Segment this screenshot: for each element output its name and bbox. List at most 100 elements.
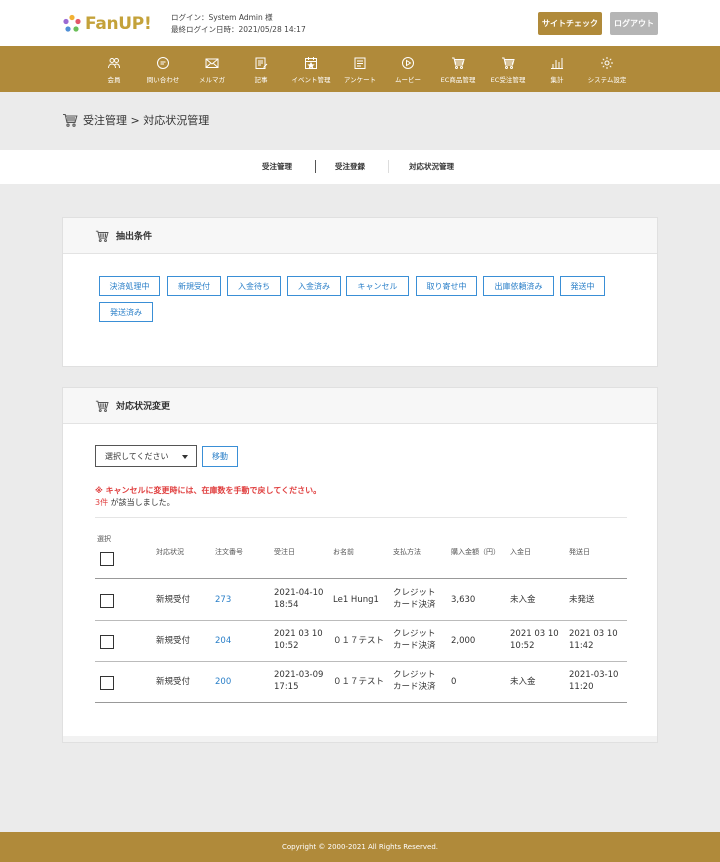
row-order-date-day: 2021 03 10: [274, 629, 323, 639]
row-payment-line2: カード決済: [393, 682, 436, 692]
row-paid-date: 未入金: [510, 595, 536, 605]
survey-icon: [354, 57, 366, 69]
status-select[interactable]: 選択してください: [95, 445, 197, 467]
nav-label: システム設定: [587, 76, 627, 84]
nav-item-members[interactable]: 会員: [98, 46, 130, 92]
subnav-order-management[interactable]: 受注管理: [262, 161, 292, 172]
nav-label: ムービー: [395, 76, 421, 84]
nav-item-events[interactable]: イベント管理: [286, 46, 336, 92]
row-paid-date-time: 10:52: [510, 641, 535, 651]
filter-tag[interactable]: 発送済み: [99, 302, 153, 322]
column-header-payment: 支払方法: [393, 548, 421, 556]
main-nav: 会員 問い合わせ メルマガ 記事 イベント管理 アンケート ムービー EC商品管…: [0, 46, 720, 92]
logo-text: FanUP!: [85, 14, 152, 34]
footer: Copyright © 2000-2021 All Rights Reserve…: [0, 832, 720, 862]
filter-panel-header: 抽出条件: [63, 218, 657, 254]
filter-tag[interactable]: 入金済み: [287, 276, 341, 296]
nav-item-survey[interactable]: アンケート: [338, 46, 382, 92]
nav-item-ec-orders[interactable]: EC受注管理: [486, 46, 530, 92]
subnav-status-management[interactable]: 対応状況管理: [409, 161, 454, 172]
column-header-name: お名前: [333, 548, 354, 556]
nav-label: EC受注管理: [490, 76, 526, 84]
logout-button[interactable]: ログアウト: [610, 12, 658, 35]
cart-icon: [95, 400, 109, 412]
gear-icon: [601, 57, 613, 69]
login-user: ログイン：System Admin 様: [171, 13, 273, 22]
row-name: ０１７テスト: [333, 636, 385, 646]
table-row-border: [95, 661, 627, 662]
site-check-button[interactable]: サイトチェック: [538, 12, 602, 35]
play-icon: [402, 57, 414, 69]
cart-icon: [452, 57, 465, 69]
row-order-date-time: 18:54: [274, 600, 299, 610]
select-all-checkbox[interactable]: [100, 552, 114, 566]
column-header-amount: 購入金額（円）: [451, 548, 500, 556]
filter-panel: 抽出条件 決済処理中 新規受付 入金待ち 入金済み キャンセル 取り寄せ中 出庫…: [62, 217, 658, 367]
nav-label: メルマガ: [199, 76, 225, 84]
row-amount: 0: [451, 677, 457, 687]
status-change-panel: 対応状況変更 選択してください 移動 ※ キャンセルに変更時には、在庫数を手動で…: [62, 387, 658, 743]
table-top-border: [95, 517, 627, 518]
row-ship-date-time: 11:42: [569, 641, 594, 651]
filter-tag[interactable]: キャンセル: [346, 276, 409, 296]
row-ship-date-time: 11:20: [569, 682, 594, 692]
mail-icon: [205, 58, 219, 68]
top-header: FanUP! ログイン：System Admin 様 最終ログイン日時：2021…: [0, 0, 720, 46]
row-payment-line1: クレジット: [393, 588, 436, 598]
nav-item-system-settings[interactable]: システム設定: [582, 46, 632, 92]
filter-tag[interactable]: 入金待ち: [227, 276, 281, 296]
row-order-link[interactable]: 204: [215, 635, 231, 647]
bar-chart-icon: [551, 58, 563, 69]
filter-panel-title: 抽出条件: [116, 232, 153, 242]
move-button[interactable]: 移動: [202, 446, 238, 467]
column-header-status: 対応状況: [156, 548, 184, 556]
row-paid-date: 未入金: [510, 677, 536, 687]
cart-icon: [63, 113, 78, 127]
row-paid-date-day: 2021 03 10: [510, 629, 559, 639]
subnav-order-register[interactable]: 受注登録: [335, 161, 365, 172]
filter-tag[interactable]: 決済処理中: [99, 276, 160, 296]
nav-item-inquiry[interactable]: 問い合わせ: [140, 46, 186, 92]
row-name: Le1 Hung1: [333, 595, 379, 605]
chat-icon: [157, 57, 169, 69]
filter-tag[interactable]: 取り寄せ中: [416, 276, 477, 296]
nav-item-articles[interactable]: 記事: [244, 46, 278, 92]
row-order-link[interactable]: 200: [215, 676, 231, 688]
nav-item-ec-products[interactable]: EC商品管理: [436, 46, 480, 92]
row-status: 新規受付: [156, 595, 191, 605]
table-header-border: [95, 578, 627, 579]
row-ship-date-day: 2021-03-10: [569, 670, 619, 680]
nav-item-stats[interactable]: 集計: [544, 46, 570, 92]
row-order-date: 2021-04-10 18:54: [274, 587, 323, 611]
horizontal-scrollbar[interactable]: [63, 736, 657, 742]
row-ship-date: 2021 03 10 11:42: [569, 628, 618, 652]
row-checkbox[interactable]: [100, 594, 114, 608]
people-icon: [108, 58, 120, 69]
filter-tag[interactable]: 出庫依頼済み: [483, 276, 554, 296]
column-header-order-no: 注文番号: [215, 548, 243, 556]
row-amount: 2,000: [451, 636, 476, 646]
row-status: 新規受付: [156, 677, 191, 687]
filter-tag[interactable]: 発送中: [560, 276, 605, 296]
nav-label: 記事: [254, 76, 268, 84]
column-header-paid-date: 入金日: [510, 548, 531, 556]
nav-label: 会員: [107, 76, 121, 84]
caret-down-icon: [182, 455, 188, 459]
row-order-link[interactable]: 273: [215, 594, 231, 606]
nav-item-newsletter[interactable]: メルマガ: [192, 46, 232, 92]
row-payment: クレジット カード決済: [393, 669, 436, 693]
row-ship-date: 2021-03-10 11:20: [569, 669, 618, 693]
breadcrumb-text: 受注管理 > 対応状況管理: [83, 114, 210, 127]
fanup-logo[interactable]: FanUP!: [62, 12, 154, 36]
calendar-icon: [305, 57, 317, 69]
cart-icon: [502, 57, 515, 69]
nav-label: イベント管理: [291, 76, 331, 84]
cancel-warning: ※ キャンセルに変更時には、在庫数を手動で戻してください。: [95, 486, 322, 495]
filter-tag[interactable]: 新規受付: [167, 276, 221, 296]
breadcrumb: 受注管理 > 対応状況管理: [62, 112, 209, 128]
row-checkbox[interactable]: [100, 676, 114, 690]
cart-icon: [95, 230, 109, 242]
nav-item-movie[interactable]: ムービー: [390, 46, 426, 92]
edit-icon: [255, 57, 268, 69]
row-checkbox[interactable]: [100, 635, 114, 649]
